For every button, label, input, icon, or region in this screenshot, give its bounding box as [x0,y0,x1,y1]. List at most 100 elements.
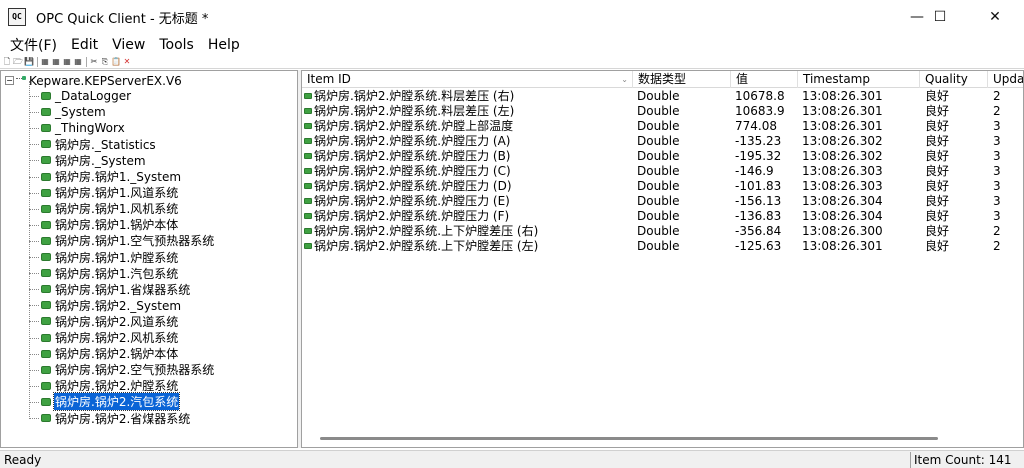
tree-node-group[interactable]: 锅炉房.锅炉2.汽包系统 [41,392,181,412]
column-header-label: Item ID [307,72,351,86]
tag-item-icon [304,243,312,249]
paste-icon[interactable]: 📋 [111,57,121,67]
tree-node-group[interactable]: 锅炉房.锅炉2.省煤器系统 [41,410,191,426]
tree-node-group[interactable]: 锅炉房.锅炉1.风道系统 [41,185,179,201]
tree-node-group[interactable]: 锅炉房._System [41,152,147,168]
quality-cell: 良好 [925,119,989,134]
table-row[interactable]: 锅炉房.锅炉2.炉膛系统.炉膛压力 (E) Double -156.13 13:08:… [302,194,1023,209]
delete-icon[interactable]: ✕ [122,57,132,67]
tree-node-group[interactable]: 锅炉房.锅炉1.风机系统 [41,201,179,217]
new-item-icon[interactable]: ▦ [62,57,72,67]
tree-node-label: _System [55,105,106,120]
tree-node-group[interactable]: 锅炉房.锅炉1.空气预热器系统 [41,233,215,249]
column-header-data-type[interactable]: 数据类型 [633,71,731,88]
data-type-cell: Double [637,149,731,164]
menu-help[interactable]: Help [203,37,245,53]
tree-root-server[interactable]: − Kepware.KEPServerEX.V6 [5,73,182,88]
tree-branch-line [29,273,39,275]
tree-node-group[interactable]: 锅炉房._Statistics [41,136,157,152]
new-server-icon[interactable]: ▦ [40,57,50,67]
tree-node-label: 锅炉房.锅炉1.锅炉本体 [55,218,179,233]
tree-node-group[interactable]: 锅炉房.锅炉1.锅炉本体 [41,217,179,233]
column-header-value[interactable]: 值 [731,71,798,88]
table-row[interactable]: 锅炉房.锅炉2.炉膛系统.炉膛上部温度 Double 774.08 13:08:26.… [302,119,1023,134]
timestamp-cell-text: 13:08:26.302 [802,149,883,163]
tree-node-group[interactable]: _DataLogger [41,88,132,104]
tree-node-group[interactable]: 锅炉房.锅炉2.风道系统 [41,313,179,329]
tree-node-group[interactable]: 锅炉房.锅炉2.炉膛系统 [41,378,179,394]
table-row[interactable]: 锅炉房.锅炉2.炉膛系统.炉膛压力 (C) Double -146.9 13:08:2… [302,164,1023,179]
column-header-label: 值 [736,72,749,86]
item-list[interactable]: Item ID ⌄ 数据类型 值 Timestamp Quality Update 锅炉房.… [301,70,1024,448]
cut-icon[interactable]: ✂ [89,57,99,67]
copy-icon[interactable]: ⎘ [100,57,110,67]
column-header-update[interactable]: Update [988,71,1023,88]
collapse-icon[interactable]: − [5,76,14,85]
tree-node-group[interactable]: 锅炉房.锅炉1._System [41,169,182,185]
tree-node-group[interactable]: 锅炉房.锅炉1.省煤器系统 [41,281,191,297]
table-row[interactable]: 锅炉房.锅炉2.炉膛系统.料层差压 (右) Double 10678.8 13:08:… [302,89,1023,104]
tree-node-label: 锅炉房.锅炉2.汽包系统 [52,392,181,412]
table-row[interactable]: 锅炉房.锅炉2.炉膛系统.炉膛压力 (A) Double -135.23 13:08:… [302,134,1023,149]
close-button[interactable]: ✕ [972,0,1018,34]
timestamp-cell: 13:08:26.300 [802,224,920,239]
save-icon[interactable]: 💾 [24,57,34,67]
tree-node-group[interactable]: 锅炉房.锅炉1.炉膛系统 [41,249,179,265]
tree-node-group[interactable]: _System [41,104,107,120]
tree-node-label: 锅炉房.锅炉1.风机系统 [55,202,179,217]
properties-icon[interactable]: ▦ [73,57,83,67]
menu-edit[interactable]: Edit [66,37,103,53]
menu-tools[interactable]: Tools [154,37,199,53]
column-header-timestamp[interactable]: Timestamp [798,71,920,88]
timestamp-cell-text: 13:08:26.301 [802,104,883,118]
new-group-icon[interactable]: ▦ [51,57,61,67]
menu-file[interactable]: 文件(F) [5,35,62,55]
menu-bar: 文件(F) Edit View Tools Help [0,34,1024,55]
table-row[interactable]: 锅炉房.锅炉2.炉膛系统.料层差压 (左) Double 10683.9 13:08:… [302,104,1023,119]
toolbar-separator [37,56,38,67]
tree-node-group[interactable]: 锅炉房.锅炉1.汽包系统 [41,265,179,281]
tag-item-icon [304,183,312,189]
column-header-quality[interactable]: Quality [920,71,988,88]
tree-node-group[interactable]: 锅炉房.锅炉2._System [41,297,182,313]
opc-quick-client-app-icon[interactable]: QC [8,8,26,26]
tree-node-group[interactable]: _ThingWorx [41,120,126,136]
value-cell: -356.84 [735,224,798,239]
value-cell: -101.83 [735,179,798,194]
tree-branch-line [29,112,39,114]
table-row[interactable]: 锅炉房.锅炉2.炉膛系统.炉膛压力 (F) Double -136.83 13:08:… [302,209,1023,224]
tree-node-group[interactable]: 锅炉房.锅炉2.锅炉本体 [41,346,179,362]
table-row[interactable]: 锅炉房.锅炉2.炉膛系统.上下炉膛差压 (左) Double -125.63 13:0… [302,239,1023,254]
horizontal-scrollbar[interactable] [302,431,1023,447]
tree-node-label: _ThingWorx [55,121,125,136]
table-row[interactable]: 锅炉房.锅炉2.炉膛系统.上下炉膛差压 (右) Double -356.84 13:0… [302,224,1023,239]
quality-cell-text: 良好 [925,209,950,223]
tree-node-label: 锅炉房.锅炉1.省煤器系统 [55,282,191,297]
table-row[interactable]: 锅炉房.锅炉2.炉膛系统.炉膛压力 (B) Double -195.32 13:08:… [302,149,1023,164]
scrollbar-thumb[interactable] [320,437,938,440]
menu-view[interactable]: View [107,37,150,53]
value-cell-text: -156.13 [735,194,782,208]
group-icon [41,397,51,406]
server-tree[interactable]: − Kepware.KEPServerEX.V6 _DataLogger _Sys… [0,70,298,448]
tree-node-group[interactable]: 锅炉房.锅炉2.空气预热器系统 [41,362,215,378]
data-type-cell-text: Double [637,194,680,208]
column-header-label: Quality [925,72,968,86]
group-icon [41,414,51,422]
data-type-cell-text: Double [637,239,680,253]
value-cell: -136.83 [735,209,798,224]
tree-node-group[interactable]: 锅炉房.锅炉2.风机系统 [41,330,179,346]
data-type-cell: Double [637,224,731,239]
update-cell: 3 [993,209,1023,224]
column-header-item-id[interactable]: Item ID ⌄ [302,71,633,88]
item-id-cell: 锅炉房.锅炉2.炉膛系统.炉膛压力 (B) [304,149,631,164]
quality-cell-text: 良好 [925,149,950,163]
timestamp-cell-text: 13:08:26.304 [802,209,883,223]
table-row[interactable]: 锅炉房.锅炉2.炉膛系统.炉膛压力 (D) Double -101.83 13:08:… [302,179,1023,194]
new-file-icon[interactable]: 🗋 [2,57,12,67]
item-id-cell-text: 锅炉房.锅炉2.炉膛系统.炉膛上部温度 [314,119,514,133]
timestamp-cell-text: 13:08:26.304 [802,194,883,208]
maximize-button[interactable]: ☐ [917,0,963,34]
open-file-icon[interactable]: 🗁 [13,57,23,67]
value-cell: -156.13 [735,194,798,209]
